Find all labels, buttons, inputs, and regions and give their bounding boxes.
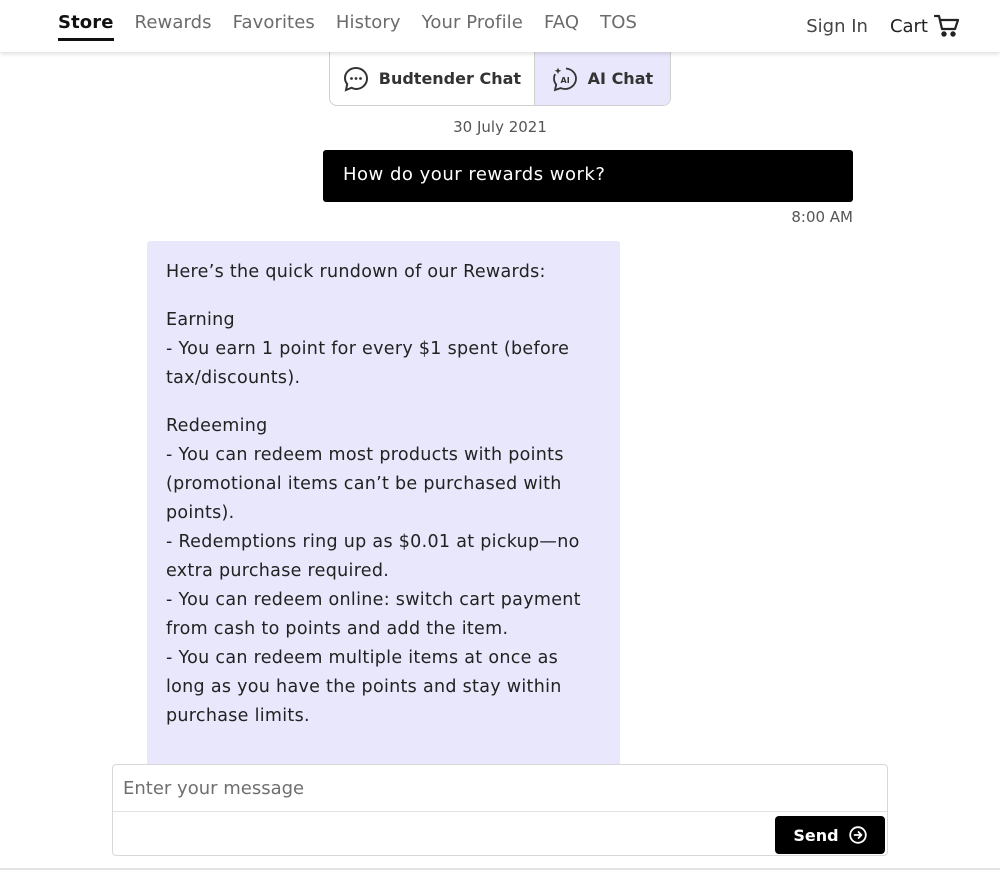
user-message-bubble: How do your rewards work? xyxy=(323,150,853,202)
conversation-date: 30 July 2021 xyxy=(453,118,547,136)
ai-chat-tab[interactable]: AI AI Chat xyxy=(533,52,670,105)
ai-section-line: - Redemptions ring up as $0.01 at pickup… xyxy=(166,532,580,581)
chat-bubble-icon xyxy=(343,66,368,92)
nav-your-profile[interactable]: Your Profile xyxy=(422,12,523,41)
budtender-chat-tab[interactable]: Budtender Chat xyxy=(330,52,534,105)
send-button[interactable]: Send xyxy=(775,816,885,854)
ai-section-heading: Earning xyxy=(166,310,235,330)
ai-section-line: - You can redeem most products with poin… xyxy=(166,445,564,523)
cart-icon xyxy=(934,14,960,37)
sign-in-link[interactable]: Sign In xyxy=(806,16,868,37)
send-label: Send xyxy=(793,825,839,845)
ai-chat-label: AI Chat xyxy=(587,69,654,88)
nav-right: Sign In Cart xyxy=(806,14,960,38)
ai-message-intro: Here’s the quick rundown of our Rewards: xyxy=(166,262,546,282)
nav-tos[interactable]: TOS xyxy=(600,12,637,41)
ai-section-heading: Redeeming xyxy=(166,416,268,436)
ai-chat-icon: AI xyxy=(552,67,577,91)
nav-history[interactable]: History xyxy=(336,12,401,41)
svg-text:AI: AI xyxy=(560,76,569,85)
message-composer: Send xyxy=(112,764,888,856)
ai-section-line: - You earn 1 point for every $1 spent (b… xyxy=(166,339,570,388)
arrow-right-circle-icon xyxy=(848,826,867,844)
budtender-chat-label: Budtender Chat xyxy=(378,69,522,88)
cart-button[interactable]: Cart xyxy=(890,14,960,38)
top-navbar: Store Rewards Favorites History Your Pro… xyxy=(0,0,1000,52)
ai-section-redeeming: Redeeming - You can redeem most products… xyxy=(166,412,601,731)
nav-links: Store Rewards Favorites History Your Pro… xyxy=(58,12,658,41)
nav-store[interactable]: Store xyxy=(58,12,114,41)
ai-section-earning: Earning - You earn 1 point for every $1 … xyxy=(166,306,601,393)
user-message-time: 8:00 AM xyxy=(791,208,853,226)
ai-section-line: - You can redeem multiple items at once … xyxy=(166,648,562,726)
nav-favorites[interactable]: Favorites xyxy=(233,12,315,41)
message-input[interactable] xyxy=(113,765,887,812)
nav-rewards[interactable]: Rewards xyxy=(135,12,212,41)
nav-faq[interactable]: FAQ xyxy=(544,12,579,41)
ai-message-bubble: Here’s the quick rundown of our Rewards:… xyxy=(147,241,620,781)
ai-section-line: - You can redeem online: switch cart pay… xyxy=(166,590,581,639)
cart-label: Cart xyxy=(889,15,928,37)
chat-mode-toggle: Budtender Chat AI AI Chat xyxy=(329,52,671,106)
